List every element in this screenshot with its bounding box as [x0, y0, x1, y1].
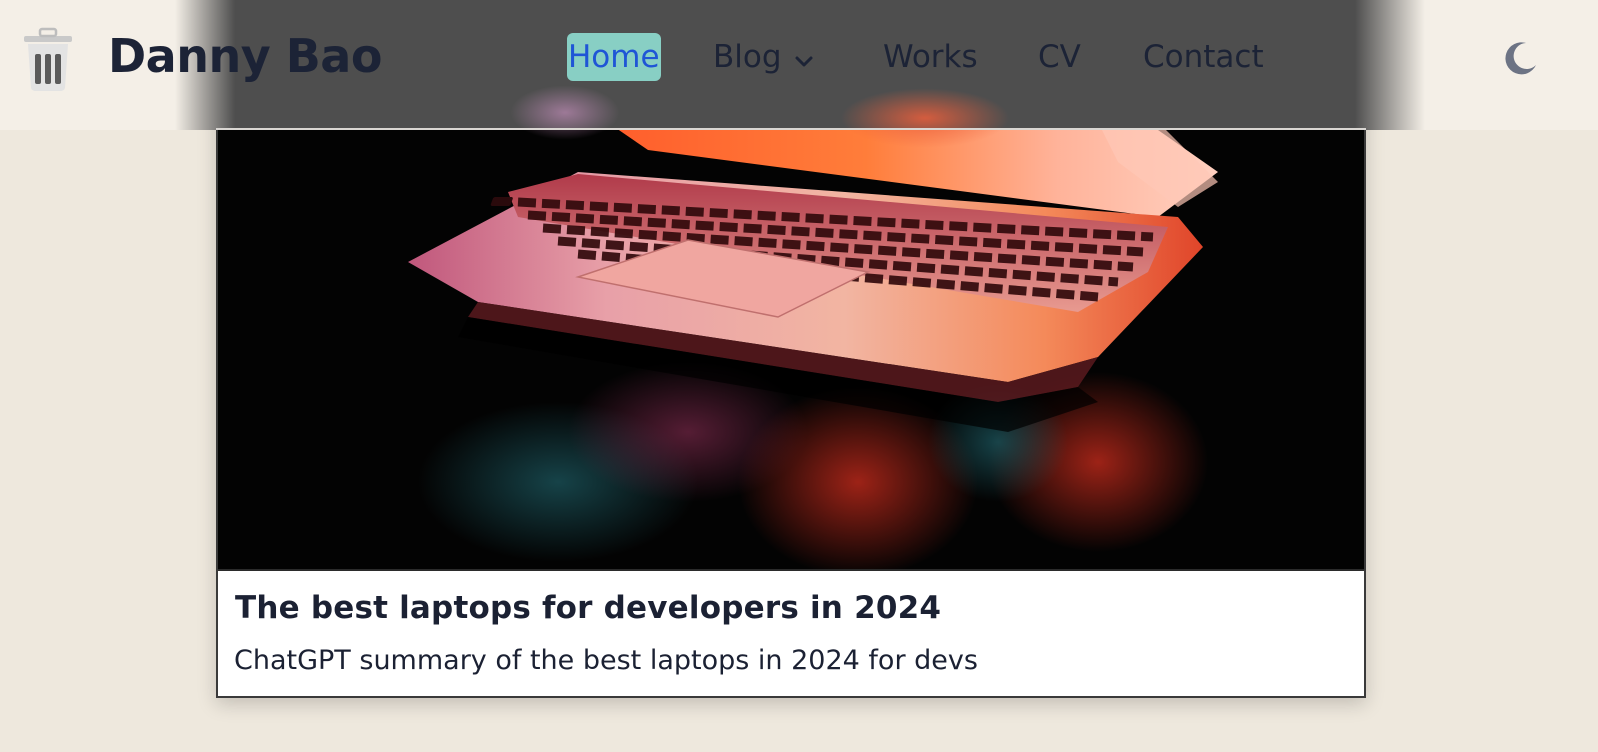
header-glow-right: [840, 88, 1010, 148]
header-divider: [216, 128, 1366, 130]
post-card[interactable]: The best laptops for developers in 2024 …: [216, 100, 1366, 698]
nav-blog[interactable]: Blog: [713, 33, 814, 81]
post-image[interactable]: [218, 102, 1364, 571]
site-brand[interactable]: Danny Bao: [108, 29, 382, 83]
chevron-down-icon: [794, 35, 814, 83]
nav-home[interactable]: Home: [567, 33, 661, 81]
nav-works[interactable]: Works: [883, 33, 978, 81]
nav-cv[interactable]: CV: [1038, 33, 1081, 81]
moon-icon[interactable]: [1500, 38, 1540, 78]
post-title[interactable]: The best laptops for developers in 2024: [235, 590, 941, 626]
header-glow-left: [510, 85, 620, 140]
trash-can-icon[interactable]: [20, 26, 76, 92]
nav-blog-label: Blog: [713, 39, 782, 75]
post-summary: ChatGPT summary of the best laptops in 2…: [234, 645, 978, 676]
site-header: Danny Bao Home Blog Works CV Contact: [0, 0, 1598, 148]
nav-contact[interactable]: Contact: [1143, 33, 1264, 81]
